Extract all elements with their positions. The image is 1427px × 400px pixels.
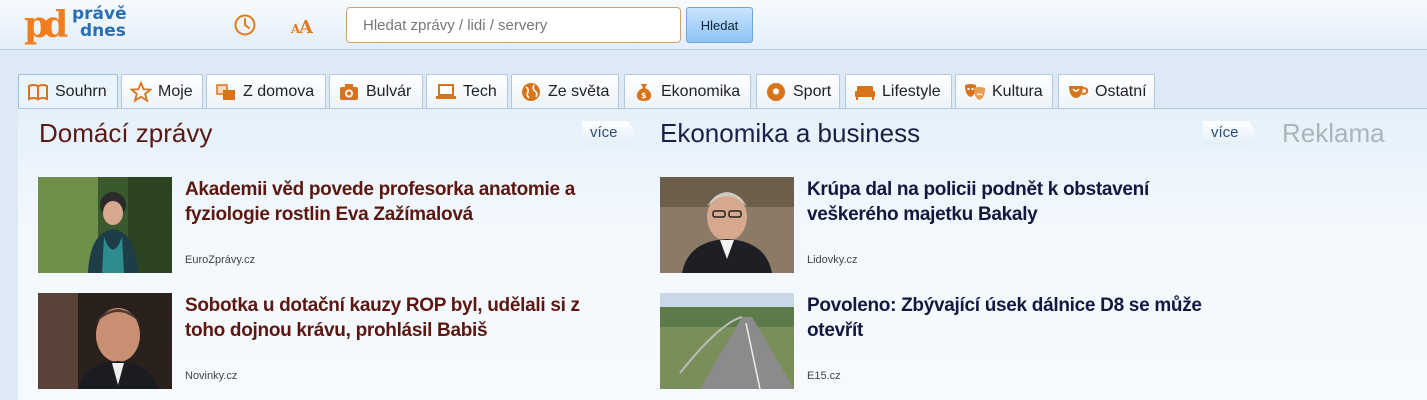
- tab-moje[interactable]: Moje: [121, 74, 203, 108]
- article-card[interactable]: Akademii věd povede profesorka anatomie …: [38, 177, 598, 273]
- tab-ostatni[interactable]: Ostatní: [1058, 74, 1155, 108]
- sofa-icon: [855, 85, 875, 100]
- tab-tech[interactable]: Tech: [426, 74, 508, 108]
- ad-label: Reklama: [1282, 118, 1385, 148]
- tab-label: Lifestyle: [882, 82, 941, 100]
- cup-icon: [1069, 85, 1089, 98]
- tab-label: Z domova: [243, 82, 315, 100]
- article-headline[interactable]: Akademii věd povede profesorka anatomie …: [185, 177, 605, 227]
- article-source[interactable]: Novinky.cz: [185, 370, 237, 382]
- tab-label: Sport: [793, 82, 832, 100]
- tab-ze-sveta[interactable]: Ze světa: [511, 74, 619, 108]
- article-card[interactable]: Krúpa dal na policii podnět k obstavení …: [660, 177, 1220, 273]
- clock-icon[interactable]: [232, 12, 258, 38]
- logo-line-2: dnes: [80, 21, 126, 41]
- font-size-icon[interactable]: A A: [290, 12, 316, 38]
- tab-bulvar[interactable]: Bulvár: [329, 74, 423, 108]
- article-thumbnail[interactable]: [660, 177, 794, 273]
- svg-text:$: $: [641, 91, 647, 100]
- article-thumbnail[interactable]: [660, 293, 794, 389]
- tab-z-domova[interactable]: Z domova: [206, 74, 326, 108]
- tab-label: Tech: [463, 82, 497, 100]
- tab-sport[interactable]: Sport: [756, 74, 840, 108]
- logo-mark: pd: [24, 4, 68, 46]
- globe-icon: [522, 82, 540, 101]
- article-card[interactable]: Sobotka u dotační kauzy ROP byl, udělali…: [38, 293, 598, 389]
- camera-icon: [340, 83, 358, 100]
- book-icon: [28, 83, 48, 101]
- tab-label: Bulvár: [366, 82, 412, 100]
- article-source[interactable]: Lidovky.cz: [807, 254, 858, 266]
- tab-label: Souhrn: [55, 82, 107, 100]
- tab-ekonomika[interactable]: $ Ekonomika: [624, 74, 751, 108]
- section-title-domestic[interactable]: Domácí zprávy: [39, 118, 212, 149]
- tab-label: Ostatní: [1095, 82, 1147, 100]
- more-link-domestic[interactable]: více: [582, 121, 636, 145]
- tab-label: Moje: [158, 82, 193, 100]
- tab-label: Ze světa: [548, 82, 610, 100]
- search-button[interactable]: Hledat: [686, 7, 753, 43]
- article-headline[interactable]: Krúpa dal na policii podnět k obstavení …: [807, 177, 1227, 227]
- top-bar: pd právě dnes A A Hledat: [0, 0, 1427, 50]
- article-headline[interactable]: Povoleno: Zbývající úsek dálnice D8 se m…: [807, 293, 1227, 343]
- article-headline[interactable]: Sobotka u dotační kauzy ROP byl, udělali…: [185, 293, 605, 343]
- section-title-economy[interactable]: Ekonomika a business: [660, 118, 920, 149]
- star-icon: [130, 80, 152, 103]
- masks-icon: [965, 83, 985, 100]
- tab-kultura[interactable]: Kultura: [955, 74, 1053, 108]
- svg-text:A: A: [298, 17, 314, 38]
- article-thumbnail[interactable]: [38, 293, 172, 389]
- money-bag-icon: $: [636, 83, 652, 101]
- map-icon: [216, 83, 235, 100]
- search-input[interactable]: [346, 7, 681, 43]
- tab-label: Kultura: [992, 82, 1043, 100]
- article-thumbnail[interactable]: [38, 177, 172, 273]
- article-card[interactable]: Povoleno: Zbývající úsek dálnice D8 se m…: [660, 293, 1220, 389]
- laptop-icon: [436, 83, 456, 99]
- more-link-economy[interactable]: více: [1203, 121, 1257, 145]
- article-source[interactable]: E15.cz: [807, 370, 841, 382]
- article-source[interactable]: EuroZprávy.cz: [185, 254, 255, 266]
- tab-label: Ekonomika: [661, 82, 741, 100]
- site-logo[interactable]: pd právě dnes: [24, 5, 154, 47]
- ball-icon: [767, 82, 785, 101]
- tab-lifestyle[interactable]: Lifestyle: [845, 74, 952, 108]
- tab-souhrn[interactable]: Souhrn: [18, 74, 118, 108]
